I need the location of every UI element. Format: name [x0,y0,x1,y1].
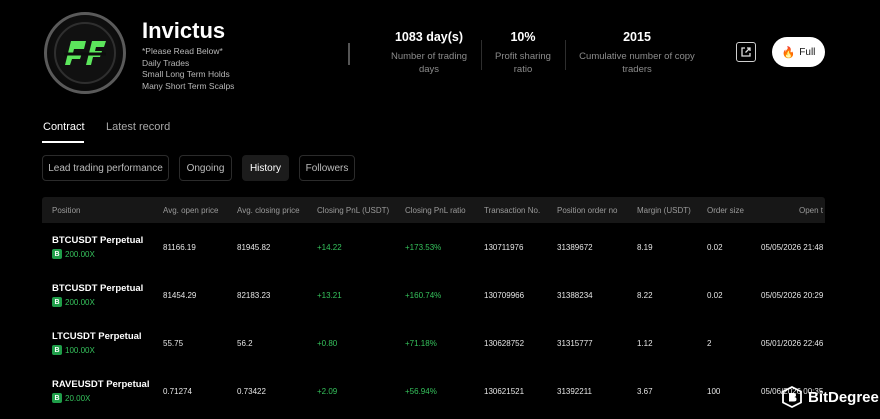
stat-trading-days: 1083 day(s) Number of trading days [385,30,473,76]
watermark-text: BitDegree [808,388,879,406]
row-transaction-no: 130621521 [484,387,525,396]
row-order-size: 0.02 [707,291,723,300]
share-button[interactable] [736,42,756,62]
row-pnl-ratio: +71.18% [405,339,437,348]
row-pnl: +13.21 [317,291,342,300]
b-badge-icon: B [52,249,62,259]
pf-logo-icon [64,41,106,65]
bio-line: Daily Trades [142,57,190,68]
row-order-size: 100 [707,387,721,396]
row-open-price: 0.71274 [163,387,192,396]
row-leverage: B 100.00X [52,345,95,355]
table-row[interactable]: LTCUSDT Perpetual B 100.00X 55.75 56.2 +0… [42,319,825,367]
header-divider [348,43,350,65]
row-open-price: 81166.19 [163,243,196,252]
bio-line: Small Long Term Holds [142,69,230,79]
row-pnl: +2.09 [317,387,338,396]
bio-line: *Please Read Below* [142,46,223,56]
row-open-time: 05/05/2026 21:48 [761,243,824,252]
row-symbol[interactable]: BTCUSDT Perpetual [52,235,143,246]
row-pnl-ratio: +160.74% [405,291,442,300]
row-symbol[interactable]: RAVEUSDT Perpetual [52,379,149,390]
full-label: Full [799,46,816,58]
col-transaction-no: Transaction No. [484,206,541,215]
row-leverage: B 200.00X [52,297,95,307]
trader-name: Invictus [142,18,226,43]
row-close-price: 82183.23 [237,291,271,300]
row-order-size: 2 [707,339,712,348]
stat-value: 1083 day(s) [394,30,464,44]
subtab-ongoing[interactable]: Ongoing [179,155,232,181]
row-open-price: 81454.29 [163,291,197,300]
stat-label: Profit sharing ratio [495,51,551,75]
b-badge-icon: B [52,297,62,307]
row-close-price: 81945.82 [237,243,271,252]
row-transaction-no: 130709966 [484,291,525,300]
row-open-time: 05/05/2026 20:29 [761,291,824,300]
tab-contract[interactable]: Contract [43,121,85,133]
col-avg-open-price: Avg. open price [163,206,219,215]
row-margin: 8.19 [637,243,653,252]
bio-line: Many Short Term Scalps [142,80,235,91]
col-order-size: Order size [707,206,744,215]
table-header: Position Avg. open price Avg. closing pr… [42,197,825,223]
stat-value: 2015 [623,30,651,44]
row-pnl: +14.22 [317,243,342,252]
stat-divider [565,40,566,70]
col-open-time: Open t [799,206,824,215]
col-avg-closing-price: Avg. closing price [237,206,300,215]
row-order-no: 31392211 [557,387,592,396]
subtab-followers[interactable]: Followers [299,155,355,181]
row-open-price: 55.75 [163,339,184,348]
share-icon [741,47,751,57]
row-margin: 1.12 [637,339,653,348]
row-leverage: B 200.00X [52,249,95,259]
trader-bio: *Please Read Below* Daily Trades Small L… [142,46,234,92]
stat-label: Number of trading days [390,51,468,75]
row-close-price: 56.2 [237,339,253,348]
col-position-order-no: Position order no [557,206,618,215]
row-order-size: 0.02 [707,243,723,252]
col-position: Position [52,206,81,215]
subtab-lead-trading-performance[interactable]: Lead trading performance [42,155,169,181]
row-margin: 3.67 [637,387,653,396]
row-symbol[interactable]: BTCUSDT Perpetual [52,283,143,294]
subtab-history[interactable]: History [242,155,289,181]
fire-icon: 🔥 [781,46,796,59]
table-body: BTCUSDT Perpetual B 200.00X 81166.19 8194… [42,223,825,419]
stat-label: Cumulative number of copy traders [579,51,695,75]
stat-divider [481,40,482,70]
bitdegree-watermark: BitDegree [782,386,879,408]
row-pnl: +0.80 [317,339,338,348]
row-transaction-no: 130711976 [484,243,524,252]
table-row[interactable]: RAVEUSDT Perpetual B 20.00X 0.71274 0.734… [42,367,825,415]
full-copy-button[interactable]: 🔥 Full [772,37,825,67]
active-tab-indicator [42,141,84,143]
trader-avatar [44,12,126,94]
stat-copy-traders: 2015 Cumulative number of copy traders [574,30,700,76]
bitdegree-logo-icon [782,386,802,408]
row-order-no: 31388234 [557,291,593,300]
row-open-time: 05/01/2026 22:46 [761,339,824,348]
tab-latest-record[interactable]: Latest record [106,121,170,133]
col-margin: Margin (USDT) [637,206,691,215]
row-order-no: 31315777 [557,339,593,348]
col-closing-pnl: Closing PnL (USDT) [317,206,390,215]
stat-profit-sharing: 10% Profit sharing ratio [490,30,556,76]
row-pnl-ratio: +173.53% [405,243,442,252]
row-close-price: 0.73422 [237,387,266,396]
row-order-no: 31389672 [557,243,593,252]
row-leverage: B 20.00X [52,393,90,403]
b-badge-icon: B [52,393,62,403]
row-margin: 8.22 [637,291,653,300]
b-badge-icon: B [52,345,62,355]
table-row[interactable]: BTCUSDT Perpetual B 200.00X 81166.19 8194… [42,223,825,271]
row-transaction-no: 130628752 [484,339,525,348]
table-row[interactable]: BTCUSDT Perpetual B 200.00X 81454.29 8218… [42,271,825,319]
col-closing-pnl-ratio: Closing PnL ratio [405,206,466,215]
avatar-logo [54,22,116,84]
stat-value: 10% [510,30,536,44]
row-pnl-ratio: +56.94% [405,387,437,396]
row-symbol[interactable]: LTCUSDT Perpetual [52,331,142,342]
